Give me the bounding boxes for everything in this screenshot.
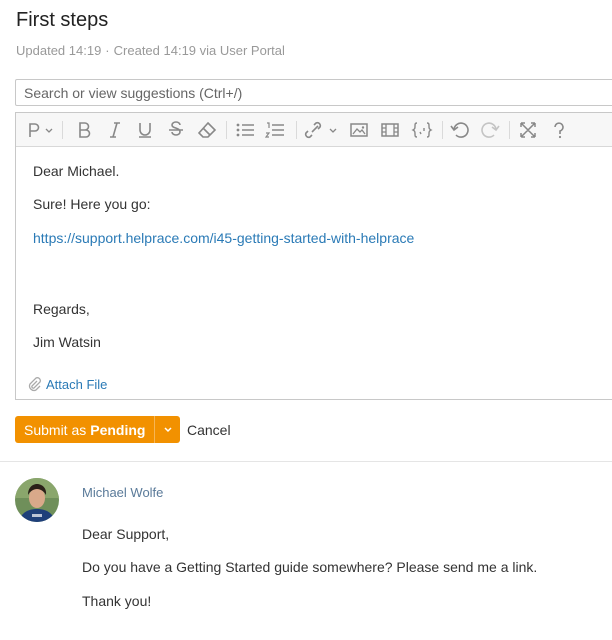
underline-icon [139,123,151,138]
updated-time: Updated 14:19 [16,43,102,58]
attach-file-button[interactable]: Attach File [27,376,107,392]
toolbar-divider [296,121,297,139]
created-info: Created 14:19 via User Portal [113,43,285,58]
reply-greeting: Dear Michael. [33,163,120,179]
section-divider [0,461,612,462]
ticket-title: First steps [16,9,109,31]
numbered-list-button[interactable] [264,120,286,140]
message-greeting: Dear Support, [82,526,170,542]
message-body: Do you have a Getting Started guide some… [82,559,538,575]
bullet-list-icon [236,123,254,137]
toolbar-divider [442,121,443,139]
redo-icon [481,122,500,138]
insert-video-button[interactable] [379,120,401,140]
meta-separator: · [105,43,110,58]
underline-button[interactable] [135,120,155,140]
link-icon [304,121,337,139]
reply-line: Sure! Here you go: [33,196,151,212]
code-icon [411,122,433,138]
attach-file-label: Attach File [46,376,108,392]
help-button[interactable] [549,120,569,140]
strikethrough-button[interactable] [166,120,186,140]
toolbar-divider [226,121,227,139]
chevron-down-icon [164,426,172,432]
message-closing: Thank you! [82,593,152,609]
link-button[interactable] [302,120,340,140]
italic-icon [110,122,120,138]
submit-status: Pending [90,421,146,438]
clear-format-button[interactable] [196,120,218,140]
bold-button[interactable] [74,120,94,140]
clear-format-icon [197,121,217,138]
submit-prefix: Submit as [24,421,87,438]
toolbar-divider [62,121,63,139]
cancel-button[interactable]: Cancel [187,422,231,438]
ticket-meta: Updated 14:19 · Created 14:19 via User Por… [16,43,285,58]
avatar-photo [15,478,59,522]
editor-toolbar [16,113,612,147]
strikethrough-icon [169,121,183,136]
search-input[interactable] [16,80,612,105]
image-icon [350,123,368,137]
reply-closing: Regards, [33,301,90,317]
bold-icon [79,122,91,138]
fullscreen-button[interactable] [517,120,539,140]
toolbar-divider [509,121,510,139]
submit-button-group: Submit as Pending [15,416,181,443]
submit-options-button[interactable] [155,416,181,443]
bullet-list-button[interactable] [234,120,256,140]
reply-editor: Dear Michael. Sure! Here you go: https:/… [15,112,612,400]
paragraph-format-button[interactable] [26,120,56,140]
undo-button[interactable] [449,120,471,140]
submit-button[interactable]: Submit as Pending [15,416,156,443]
insert-code-button[interactable] [410,120,434,140]
fullscreen-icon [520,122,536,138]
paperclip-icon [28,377,41,392]
video-icon [381,123,399,137]
message-author[interactable]: Michael Wolfe [82,485,163,500]
reply-signature: Jim Watsin [33,334,101,350]
italic-button[interactable] [105,120,125,140]
redo-button[interactable] [479,120,501,140]
undo-icon [450,122,469,138]
help-icon [554,122,564,139]
paragraph-icon [29,123,53,137]
insert-image-button[interactable] [348,120,370,140]
numbered-list-icon [265,122,284,138]
avatar [15,478,59,522]
reply-link[interactable]: https://support.helprace.com/i45-getting… [33,230,414,246]
suggestions-search [15,79,612,106]
